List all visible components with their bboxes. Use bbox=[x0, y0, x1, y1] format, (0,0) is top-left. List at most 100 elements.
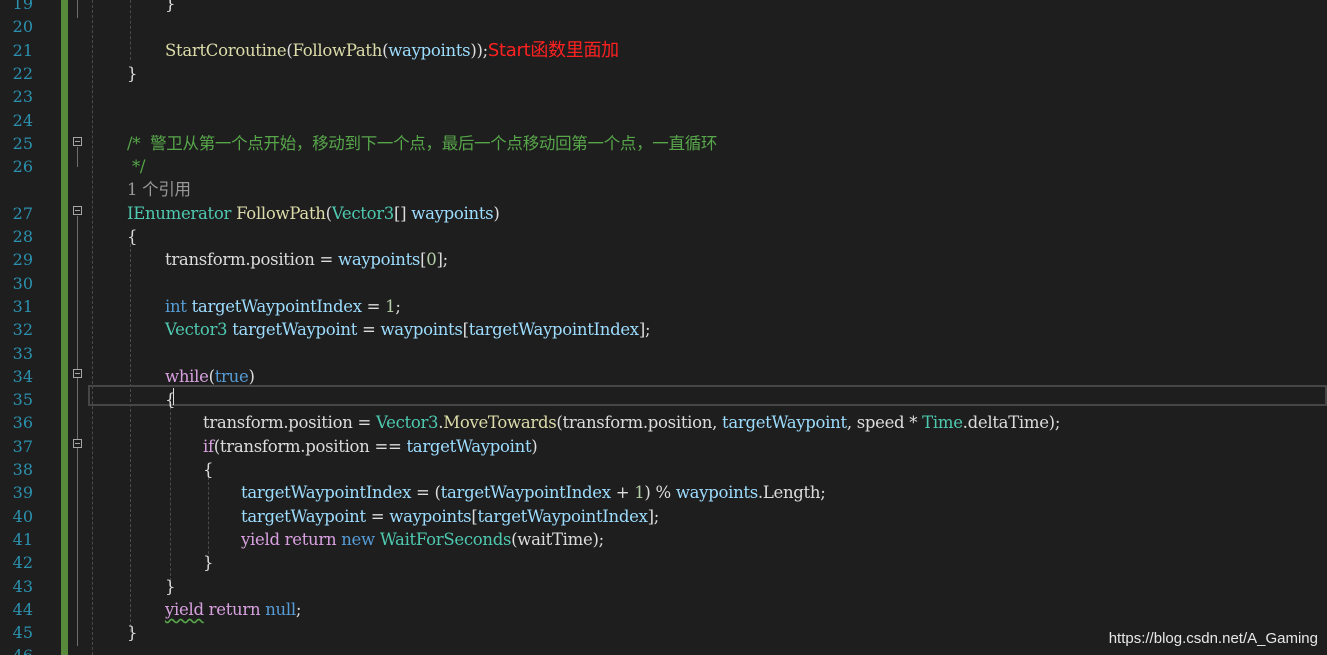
code-line[interactable]: 29 transform.position = waypoints[0]; bbox=[0, 248, 1327, 271]
line-number: 26 bbox=[12, 157, 33, 177]
code-token: waypoints bbox=[389, 506, 472, 526]
code-line[interactable]: 35{ bbox=[0, 388, 1327, 411]
code-text: Vector3 targetWaypoint = waypoints[targe… bbox=[165, 318, 651, 341]
code-line[interactable]: 24 bbox=[0, 109, 1327, 132]
code-line[interactable]: 36 transform.position = Vector3.MoveTowar… bbox=[0, 411, 1327, 434]
line-number: 39 bbox=[12, 483, 33, 503]
code-token: Vector3 bbox=[331, 203, 395, 223]
code-token: return bbox=[284, 529, 337, 549]
code-token: ]; bbox=[647, 506, 660, 526]
code-line[interactable]: 30 bbox=[0, 272, 1327, 295]
code-text: transform.position = waypoints[0]; bbox=[165, 248, 448, 271]
line-number: 34 bbox=[12, 366, 33, 386]
code-token: FollowPath bbox=[292, 40, 383, 60]
code-token: yield bbox=[165, 599, 204, 619]
code-token: waypoints bbox=[338, 250, 421, 270]
code-text: targetWaypointIndex = (targetWaypointInd… bbox=[241, 481, 826, 504]
code-line[interactable]: 31 int targetWaypointIndex = 1; bbox=[0, 295, 1327, 318]
code-token: /* 警卫从第一个点开始，移动到下一个点，最后一个点移动回第一个点，一直循环 bbox=[127, 133, 718, 153]
code-text: targetWaypoint = waypoints[targetWaypoin… bbox=[241, 505, 659, 528]
code-token: { bbox=[127, 227, 138, 246]
code-line[interactable]: 22} bbox=[0, 62, 1327, 85]
code-line[interactable]: 32 Vector3 targetWaypoint = waypoints[tar… bbox=[0, 318, 1327, 341]
code-token: waypoints bbox=[388, 40, 471, 60]
code-token: ) bbox=[493, 203, 500, 223]
code-token: new bbox=[341, 529, 375, 549]
code-line[interactable]: 38 { bbox=[0, 458, 1327, 481]
line-number: 24 bbox=[12, 110, 33, 130]
line-number: 45 bbox=[12, 623, 33, 643]
code-token: while bbox=[165, 366, 209, 386]
code-token: transform.position = bbox=[165, 250, 338, 270]
code-token: 1 bbox=[385, 296, 396, 316]
code-editor[interactable]: 19} 20 21 StartCoroutine(FollowPath(waypoin… bbox=[0, 0, 1327, 655]
code-line[interactable]: 41 yield return new WaitForSeconds(waitTi… bbox=[0, 528, 1327, 551]
line-number: 29 bbox=[12, 250, 33, 270]
code-token: (waitTime); bbox=[511, 529, 604, 549]
code-token: targetWaypointIndex bbox=[477, 506, 648, 526]
code-line[interactable]: 27 IEnumerator FollowPath(Vector3[] waypo… bbox=[0, 202, 1327, 225]
code-line[interactable]: 26 */ bbox=[0, 155, 1327, 178]
code-token: if bbox=[203, 436, 214, 456]
code-token: 0 bbox=[426, 250, 437, 270]
code-token: targetWaypoint bbox=[241, 506, 366, 526]
code-token: } bbox=[127, 623, 138, 643]
code-text: if(transform.position == targetWaypoint) bbox=[203, 435, 538, 458]
code-token: ) % bbox=[644, 483, 676, 503]
code-text: } bbox=[203, 551, 214, 574]
code-line[interactable]: 25 /* 警卫从第一个点开始，移动到下一个点，最后一个点移动回第一个点，一直循环 bbox=[0, 132, 1327, 155]
line-number: 35 bbox=[12, 390, 33, 410]
code-line[interactable]: 44 yield return null; bbox=[0, 598, 1327, 621]
code-token: Time bbox=[922, 413, 963, 433]
code-line[interactable]: 28 { bbox=[0, 225, 1327, 248]
code-token: { bbox=[203, 460, 214, 479]
code-text: int targetWaypointIndex = 1; bbox=[165, 295, 401, 318]
code-text: } bbox=[127, 62, 138, 85]
code-token: IEnumerator bbox=[127, 203, 232, 223]
code-token: true bbox=[214, 366, 249, 386]
code-text: } bbox=[165, 0, 176, 15]
code-token: WaitForSeconds bbox=[379, 529, 512, 549]
line-number: 22 bbox=[12, 63, 33, 83]
code-line[interactable]: 37 if(transform.position == targetWaypoin… bbox=[0, 435, 1327, 458]
reference-count[interactable]: 1 个引用 bbox=[127, 180, 191, 199]
code-token: targetWaypoint bbox=[721, 413, 847, 433]
code-token: targetWaypointIndex bbox=[468, 320, 639, 340]
code-text: StartCoroutine(FollowPath(waypoints));St… bbox=[165, 39, 619, 62]
code-line[interactable]: 42} bbox=[0, 551, 1327, 574]
line-number: 44 bbox=[12, 599, 33, 619]
code-token: ; bbox=[295, 599, 302, 619]
code-line[interactable]: 23 bbox=[0, 85, 1327, 108]
code-line[interactable]: 40 targetWaypoint = waypoints[targetWaypo… bbox=[0, 505, 1327, 528]
code-line[interactable]: 20 bbox=[0, 15, 1327, 38]
code-token: targetWaypointIndex bbox=[241, 483, 412, 503]
code-token: targetWaypoint bbox=[232, 320, 358, 340]
code-text: /* 警卫从第一个点开始，移动到下一个点，最后一个点移动回第一个点，一直循环 bbox=[127, 132, 717, 155]
code-line[interactable]: 33 bbox=[0, 342, 1327, 365]
code-line[interactable]: 21 StartCoroutine(FollowPath(waypoints));… bbox=[0, 39, 1327, 62]
code-token: = bbox=[361, 296, 386, 316]
line-number: 19 bbox=[12, 0, 33, 13]
code-line[interactable]: 34 while(true) bbox=[0, 365, 1327, 388]
code-token: = ( bbox=[411, 483, 441, 503]
line-number: 37 bbox=[12, 436, 33, 456]
code-token: 1 bbox=[634, 483, 645, 503]
code-line[interactable]: 1 个引用 bbox=[0, 178, 1327, 201]
line-number: 27 bbox=[12, 203, 33, 223]
code-line[interactable]: 19} bbox=[0, 0, 1327, 15]
code-token: ; bbox=[395, 296, 401, 316]
code-text: */ bbox=[127, 155, 146, 178]
code-token: } bbox=[203, 553, 214, 573]
text-caret bbox=[173, 388, 174, 405]
line-number: 42 bbox=[12, 553, 33, 573]
code-line[interactable]: 39 targetWaypointIndex = (targetWaypointI… bbox=[0, 481, 1327, 504]
line-number: 25 bbox=[12, 133, 33, 153]
code-text: while(true) bbox=[165, 365, 255, 388]
code-token: waypoints bbox=[411, 203, 494, 223]
code-token: null bbox=[265, 599, 296, 619]
line-number: 30 bbox=[12, 273, 33, 293]
code-token: yield bbox=[241, 529, 280, 549]
code-line[interactable]: 43} bbox=[0, 575, 1327, 598]
line-number: 40 bbox=[12, 506, 33, 526]
code-token: */ bbox=[127, 157, 146, 177]
